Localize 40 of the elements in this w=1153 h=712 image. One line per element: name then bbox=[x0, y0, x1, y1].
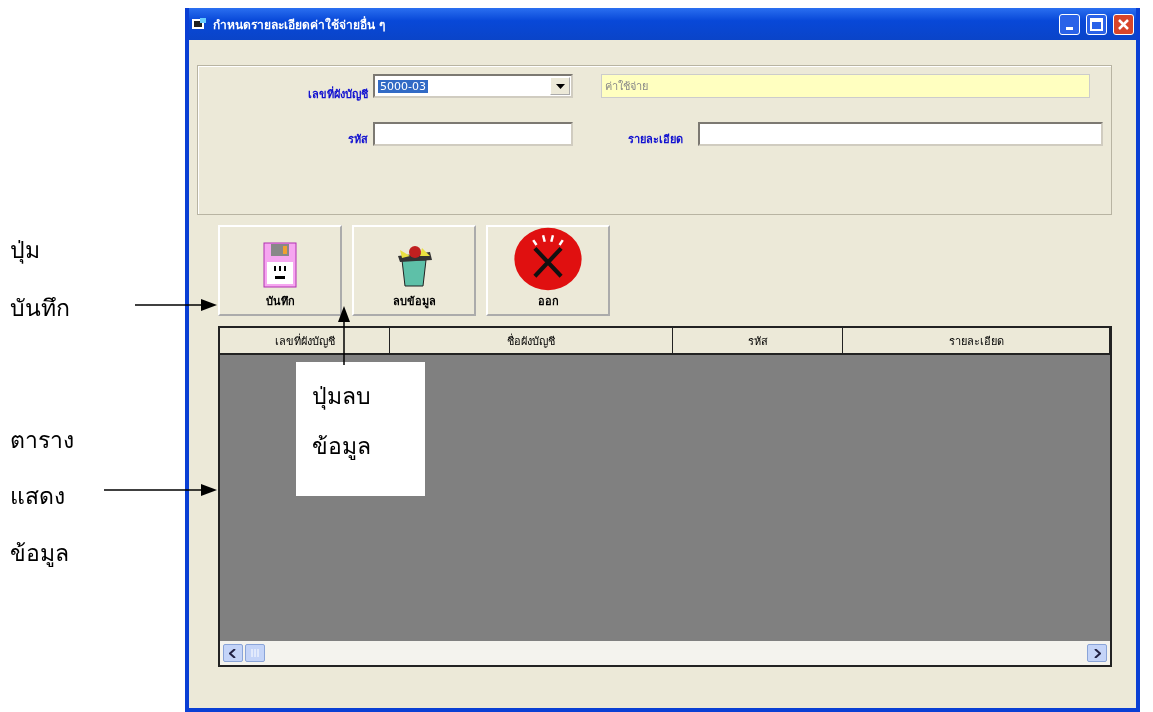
window-title: กำหนดรายละเอียดค่าใช้จ่ายอื่น ๆ bbox=[213, 15, 387, 34]
exit-button[interactable]: ออก bbox=[486, 225, 610, 316]
maximize-button[interactable] bbox=[1086, 13, 1107, 35]
column-header[interactable]: รหัส bbox=[673, 328, 843, 353]
column-header[interactable]: รายละเอียด bbox=[843, 328, 1110, 353]
annotation-text: ตาราง bbox=[10, 427, 74, 455]
field-label: เลขที่ผังบัญชี bbox=[308, 85, 368, 103]
chevron-left-icon bbox=[229, 648, 237, 658]
grip-icon bbox=[250, 649, 260, 657]
column-header[interactable]: เลขที่ผังบัญชี bbox=[220, 328, 390, 353]
account-number-dropdown[interactable]: 5000-03 bbox=[373, 74, 573, 98]
column-header[interactable]: ชื่อผังบัญชี bbox=[390, 328, 673, 353]
caret-icon bbox=[555, 83, 565, 89]
delete-button[interactable]: ลบข้อมูล bbox=[352, 225, 476, 316]
arrow-icon bbox=[337, 306, 351, 365]
scroll-thumb[interactable] bbox=[245, 644, 265, 662]
account-name-field[interactable]: ค่าใช้จ่าย bbox=[601, 74, 1090, 98]
arrow-icon bbox=[104, 483, 217, 497]
maximize-icon bbox=[1089, 16, 1104, 32]
arrow-icon bbox=[135, 298, 217, 312]
annotation-text: บันทึก bbox=[10, 295, 70, 323]
annotation-text: ปุ่มลบ bbox=[312, 383, 372, 412]
code-field[interactable] bbox=[373, 122, 573, 146]
scroll-right-button[interactable] bbox=[1087, 644, 1107, 662]
app-icon bbox=[191, 17, 207, 31]
scroll-left-button[interactable] bbox=[223, 644, 243, 662]
close-icon bbox=[1116, 16, 1131, 32]
annotation-text: ปุ่ม bbox=[10, 237, 40, 266]
field-label: รายละเอียด bbox=[628, 132, 683, 148]
horizontal-scrollbar[interactable] bbox=[220, 641, 1110, 665]
annotation-text: ข้อมูล bbox=[10, 540, 69, 569]
detail-field[interactable] bbox=[698, 122, 1103, 146]
minimize-icon bbox=[1066, 26, 1073, 30]
minimize-button[interactable] bbox=[1059, 13, 1080, 35]
chevron-right-icon bbox=[1093, 648, 1101, 658]
close-button[interactable] bbox=[1113, 13, 1134, 35]
annotation-text: แสดง bbox=[10, 483, 65, 511]
save-button[interactable]: บันทึก bbox=[218, 225, 342, 316]
field-label: รหัส bbox=[348, 132, 368, 148]
annotation-text: ข้อมูล bbox=[312, 433, 372, 462]
